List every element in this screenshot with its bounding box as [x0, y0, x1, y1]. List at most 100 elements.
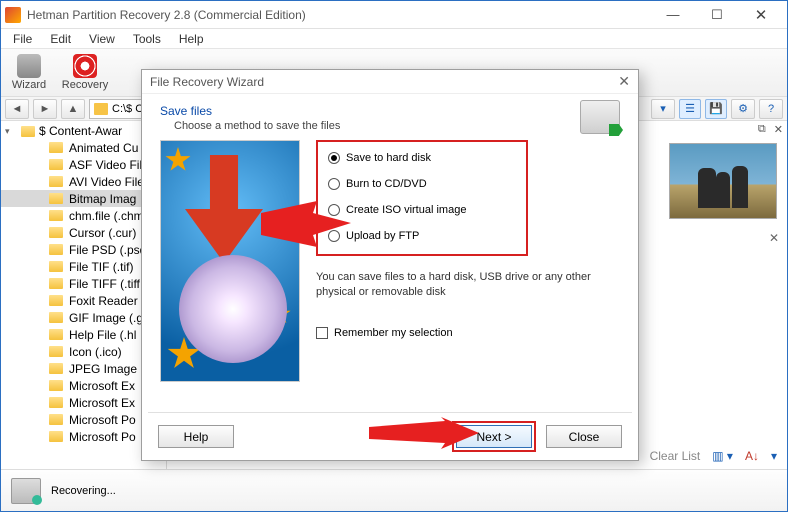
status-text: Recovering... — [51, 485, 116, 497]
radio-upload-ftp[interactable]: Upload by FTP — [328, 230, 516, 242]
tree-item-label: GIF Image (.g — [69, 311, 143, 325]
tree-item-label: Microsoft Po — [69, 413, 136, 427]
tree-item-label: JPEG Image ( — [69, 362, 144, 376]
tree-item-label: Icon (.ico) — [69, 345, 122, 359]
tree-item-label: File TIFF (.tiff — [69, 277, 140, 291]
preview-close-icon[interactable]: ✕ — [769, 231, 779, 245]
tree-item-label: Cursor (.cur) — [69, 226, 136, 240]
radio-icon — [328, 204, 340, 216]
menu-tools[interactable]: Tools — [125, 30, 169, 48]
tree-item-label: File PSD (.psd — [69, 243, 146, 257]
folder-icon — [49, 363, 63, 374]
tree-item-label: Microsoft Ex — [69, 379, 135, 393]
remember-checkbox[interactable]: Remember my selection — [316, 327, 620, 339]
folder-icon — [94, 103, 108, 115]
titlebar: Hetman Partition Recovery 2.8 (Commercia… — [1, 1, 787, 29]
pin-icon[interactable]: ⧉ — [758, 123, 766, 136]
folder-icon — [49, 159, 63, 170]
disk-icon — [11, 478, 41, 504]
minimize-button[interactable]: — — [651, 2, 695, 28]
radio-icon — [328, 178, 340, 190]
options-button[interactable]: ⚙ — [731, 99, 755, 119]
radio-create-iso[interactable]: Create ISO virtual image — [328, 204, 516, 216]
menu-view[interactable]: View — [81, 30, 123, 48]
tree-item-label: ASF Video Fil — [69, 158, 142, 172]
wizard-button[interactable]: Wizard — [7, 54, 51, 91]
folder-icon — [49, 142, 63, 153]
close-button[interactable]: ✕ — [739, 2, 783, 28]
option-hint: You can save files to a hard disk, USB d… — [316, 270, 606, 301]
folder-icon — [49, 227, 63, 238]
recovery-button[interactable]: Recovery — [63, 54, 107, 91]
folder-icon — [49, 176, 63, 187]
sort-az-icon[interactable]: A↓ — [745, 449, 759, 463]
panel-close-icon[interactable]: ✕ — [774, 123, 783, 136]
path-text: C:\$ C — [112, 103, 143, 115]
save-button[interactable]: 💾 — [705, 99, 727, 119]
folder-icon — [49, 244, 63, 255]
menubar: File Edit View Tools Help — [1, 29, 787, 49]
view-list-button[interactable]: ☰ — [679, 99, 701, 119]
radio-label: Create ISO virtual image — [346, 204, 466, 216]
nav-up-button[interactable]: ▲ — [61, 99, 85, 119]
next-button[interactable]: Next > — [456, 425, 532, 448]
tree-item-label: File TIF (.tif) — [69, 260, 133, 274]
folder-icon — [49, 261, 63, 272]
app-icon — [5, 7, 21, 23]
menu-edit[interactable]: Edit — [42, 30, 79, 48]
tree-item-label: Animated Cu — [69, 141, 138, 155]
tree-item-label: chm.file (.chm — [69, 209, 144, 223]
app-window: Hetman Partition Recovery 2.8 (Commercia… — [0, 0, 788, 512]
sort-dropdown-icon[interactable]: ▾ — [771, 449, 777, 463]
checkbox-icon — [316, 327, 328, 339]
close-dialog-button[interactable]: Close — [546, 425, 622, 448]
folder-icon — [21, 126, 35, 137]
folder-icon — [49, 431, 63, 442]
folder-icon — [49, 380, 63, 391]
radio-label: Save to hard disk — [346, 152, 431, 164]
dialog-title: File Recovery Wizard — [150, 75, 264, 89]
tree-item-label: Help File (.hl — [69, 328, 136, 342]
tree-item-label: Bitmap Imag — [69, 192, 136, 206]
dialog-footer: Help Next > Close — [148, 412, 632, 460]
folder-icon — [49, 295, 63, 306]
preview-image — [670, 144, 776, 218]
preview-pane — [669, 143, 777, 219]
folder-icon — [49, 312, 63, 323]
status-bar: Recovering... — [1, 469, 787, 511]
remember-label: Remember my selection — [334, 327, 453, 339]
save-method-group: Save to hard disk Burn to CD/DVD Create … — [316, 140, 528, 256]
window-controls: — ☐ ✕ — [651, 2, 783, 28]
file-recovery-wizard-dialog: File Recovery Wizard ✕ Save files Choose… — [141, 69, 639, 461]
help-button[interactable]: ? — [759, 99, 783, 119]
folder-icon — [49, 210, 63, 221]
help-button[interactable]: Help — [158, 425, 234, 448]
radio-save-hard-disk[interactable]: Save to hard disk — [328, 152, 516, 164]
lifebuoy-icon — [73, 54, 97, 78]
tree-item-label: Microsoft Po — [69, 430, 136, 444]
radio-icon — [328, 152, 340, 164]
wand-icon — [17, 54, 41, 78]
drive-icon — [580, 100, 620, 134]
dialog-heading: Save files — [160, 104, 620, 118]
window-title: Hetman Partition Recovery 2.8 (Commercia… — [27, 8, 651, 22]
radio-burn-cd-dvd[interactable]: Burn to CD/DVD — [328, 178, 516, 190]
radio-icon — [328, 230, 340, 242]
folder-icon — [49, 329, 63, 340]
folder-icon — [49, 397, 63, 408]
recovery-label: Recovery — [62, 79, 108, 91]
clear-action[interactable]: Clear List — [650, 449, 701, 463]
next-highlight: Next > — [452, 421, 536, 452]
menu-file[interactable]: File — [5, 30, 40, 48]
folder-icon — [49, 414, 63, 425]
tree-item-label: Foxit Reader — [69, 294, 138, 308]
menu-help[interactable]: Help — [171, 30, 212, 48]
view-dropdown-button[interactable]: ▾ — [651, 99, 675, 119]
nav-back-button[interactable]: ◄ — [5, 99, 29, 119]
radio-label: Upload by FTP — [346, 230, 419, 242]
maximize-button[interactable]: ☐ — [695, 2, 739, 28]
nav-forward-button[interactable]: ► — [33, 99, 57, 119]
dialog-titlebar: File Recovery Wizard ✕ — [142, 70, 638, 94]
dialog-close-button[interactable]: ✕ — [618, 73, 630, 90]
view-menu-icon[interactable]: ▥ ▾ — [712, 449, 733, 463]
